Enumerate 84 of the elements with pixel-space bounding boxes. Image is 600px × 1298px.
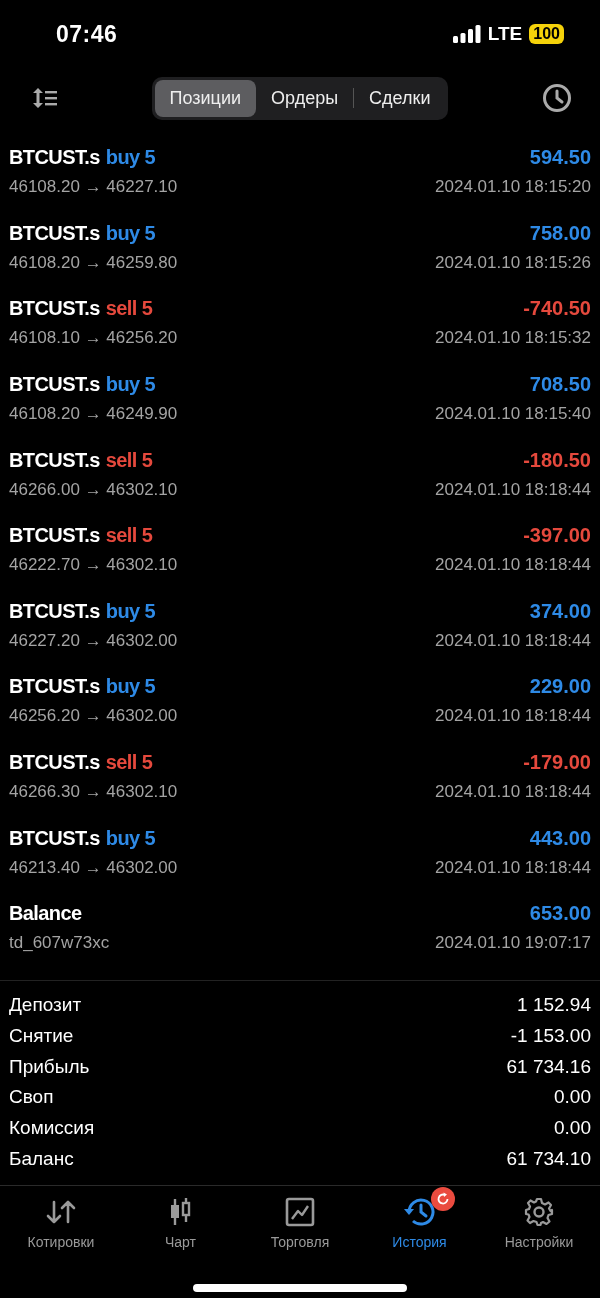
price-range: 46108.10 → 46256.20 <box>9 328 178 349</box>
symbol-label: BTCUST.s <box>9 524 100 548</box>
nav-tab[interactable]: Чарт <box>121 1196 240 1251</box>
deal-time: 2024.01.10 19:07:17 <box>435 933 591 954</box>
profit-value: -179.00 <box>523 751 591 775</box>
segment-tab[interactable]: Позиции <box>154 79 257 117</box>
deal-time: 2024.01.10 18:18:44 <box>435 857 591 878</box>
deal-time: 2024.01.10 18:18:44 <box>435 706 591 727</box>
symbol-label: BTCUST.s <box>9 146 100 170</box>
profit-value: 443.00 <box>529 826 591 850</box>
profit-value: 594.50 <box>529 146 591 170</box>
price-range: 46266.30 → 46302.10 <box>9 782 178 803</box>
order-side-label: buy 5 <box>105 826 156 850</box>
profit-value: 758.00 <box>529 221 591 245</box>
summary-label: Комиссия <box>9 1117 95 1140</box>
deal-time: 2024.01.10 18:15:40 <box>435 404 591 425</box>
price-range: 46108.20 → 46259.80 <box>9 252 178 273</box>
order-side-label: sell 5 <box>105 297 153 321</box>
symbol-label: BTCUST.s <box>9 448 100 472</box>
symbol-label: BTCUST.s <box>9 826 100 850</box>
deal-time: 2024.01.10 18:18:44 <box>435 555 591 576</box>
symbol-label: BTCUST.s <box>9 751 100 775</box>
signal-icon <box>452 25 481 43</box>
network-label: LTE <box>487 23 523 45</box>
profit-value: -740.50 <box>523 297 591 321</box>
summary-label: Своп <box>9 1086 54 1109</box>
summary-label: Баланс <box>9 1147 74 1170</box>
deal-time: 2024.01.10 18:15:32 <box>435 328 591 349</box>
nav-tab[interactable]: История <box>360 1196 479 1251</box>
order-side-label: buy 5 <box>105 599 156 623</box>
price-range: 46222.70 → 46302.10 <box>9 555 178 576</box>
segment-tab[interactable]: Ордеры <box>256 79 354 117</box>
order-side-label: buy 5 <box>105 221 156 245</box>
profit-value: -397.00 <box>523 524 591 548</box>
summary-label: Снятие <box>9 1024 74 1047</box>
candlestick-icon <box>168 1197 193 1228</box>
order-side-label: buy 5 <box>105 675 156 699</box>
profit-value: 708.50 <box>529 373 591 397</box>
symbol-label: BTCUST.s <box>9 221 100 245</box>
profit-value: 374.00 <box>529 599 591 623</box>
order-side-label: sell 5 <box>105 448 153 472</box>
summary-value: 61 734.10 <box>506 1147 591 1170</box>
price-range: 46266.00 → 46302.10 <box>9 479 178 500</box>
order-side-label: sell 5 <box>105 751 153 775</box>
deal-time: 2024.01.10 18:15:20 <box>435 177 591 198</box>
battery-indicator: 100 <box>529 24 564 44</box>
profit-value: -180.50 <box>523 448 591 472</box>
summary-value: 0.00 <box>554 1086 591 1109</box>
symbol-label: BTCUST.s <box>9 297 100 321</box>
summary-label: Депозит <box>9 993 82 1016</box>
order-side-label: sell 5 <box>105 524 153 548</box>
summary-value: -1 153.00 <box>510 1024 591 1047</box>
order-side-label: buy 5 <box>105 146 156 170</box>
segment-tab[interactable]: Сделки <box>354 79 446 117</box>
summary-label: Прибыль <box>9 1055 90 1078</box>
history-icon <box>403 1197 436 1228</box>
nav-tab[interactable]: Торговля <box>241 1196 359 1251</box>
summary-value: 1 152.94 <box>517 993 591 1016</box>
balance-comment: td_607w73xc <box>9 933 110 954</box>
deal-time: 2024.01.10 18:18:44 <box>435 630 591 651</box>
deal-time: 2024.01.10 18:15:26 <box>435 252 591 273</box>
line-chart-icon <box>285 1197 315 1228</box>
price-range: 46108.20 → 46249.90 <box>9 404 178 425</box>
price-range: 46256.20 → 46302.00 <box>9 706 178 727</box>
sort-icon[interactable] <box>32 87 58 109</box>
order-side-label: buy 5 <box>105 373 156 397</box>
price-range: 46108.20 → 46227.10 <box>9 177 178 198</box>
summary-value: 61 734.16 <box>506 1055 591 1078</box>
settings-icon <box>524 1197 554 1228</box>
balance-label: Balance <box>9 902 82 926</box>
price-range: 46227.20 → 46302.00 <box>9 630 178 651</box>
profit-value: 653.00 <box>529 902 591 926</box>
symbol-label: BTCUST.s <box>9 373 100 397</box>
clock-icon[interactable] <box>542 83 572 113</box>
nav-tab[interactable]: Настройки <box>480 1196 598 1251</box>
deal-time: 2024.01.10 18:18:44 <box>435 782 591 803</box>
status-time: 07:46 <box>56 20 118 48</box>
price-range: 46213.40 → 46302.00 <box>9 857 178 878</box>
symbol-label: BTCUST.s <box>9 675 100 699</box>
nav-tab[interactable]: Котировки <box>2 1196 120 1251</box>
deal-time: 2024.01.10 18:18:44 <box>435 479 591 500</box>
symbol-label: BTCUST.s <box>9 599 100 623</box>
summary-value: 0.00 <box>554 1117 591 1140</box>
profit-value: 229.00 <box>529 675 591 699</box>
